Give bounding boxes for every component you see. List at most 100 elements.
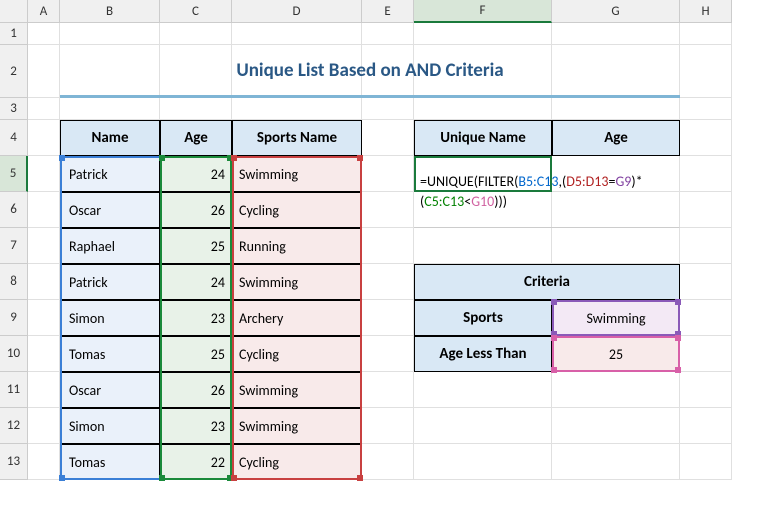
criteria-sports-value[interactable]: Swimming (552, 300, 680, 336)
blank-cell[interactable] (362, 372, 414, 408)
table-cell-age[interactable]: 25 (160, 228, 232, 264)
blank-cell[interactable] (680, 372, 732, 408)
blank-cell[interactable] (362, 98, 414, 120)
col-header-B[interactable]: B (60, 0, 160, 23)
blank-cell[interactable] (362, 336, 414, 372)
col-header-H[interactable]: H (680, 0, 732, 23)
blank-cell[interactable] (28, 300, 60, 336)
table-cell-sport[interactable]: Archery (232, 300, 362, 336)
blank-cell[interactable] (552, 98, 680, 120)
blank-cell[interactable] (28, 372, 60, 408)
table-cell-age[interactable]: 23 (160, 408, 232, 444)
blank-cell[interactable] (680, 228, 732, 264)
blank-cell[interactable] (232, 98, 362, 120)
table-cell-age[interactable]: 22 (160, 444, 232, 480)
blank-cell[interactable] (28, 408, 60, 444)
blank-cell[interactable] (414, 372, 552, 408)
blank-cell[interactable] (680, 120, 732, 156)
blank-cell[interactable] (28, 156, 60, 192)
table-cell-sport[interactable]: Cycling (232, 192, 362, 228)
row-header-12[interactable]: 12 (0, 408, 28, 444)
table-cell-name[interactable]: Simon (60, 408, 160, 444)
blank-cell[interactable] (680, 336, 732, 372)
blank-cell[interactable] (680, 444, 732, 480)
blank-cell[interactable] (414, 408, 552, 444)
blank-cell[interactable] (232, 23, 362, 45)
row-header-5[interactable]: 5 (0, 156, 28, 192)
blank-cell[interactable] (60, 98, 160, 120)
blank-cell[interactable] (552, 23, 680, 45)
select-all-corner[interactable] (0, 0, 28, 23)
table-cell-sport[interactable]: Cycling (232, 336, 362, 372)
blank-cell[interactable] (680, 98, 732, 120)
col-header-A[interactable]: A (28, 0, 60, 23)
blank-cell[interactable] (362, 228, 414, 264)
blank-cell[interactable] (28, 264, 60, 300)
col-header-G[interactable]: G (552, 0, 680, 23)
table-cell-name[interactable]: Tomas (60, 444, 160, 480)
blank-cell[interactable] (60, 23, 160, 45)
row-header-6[interactable]: 6 (0, 192, 28, 228)
table-cell-name[interactable]: Oscar (60, 372, 160, 408)
blank-cell[interactable] (362, 192, 414, 228)
row-header-4[interactable]: 4 (0, 120, 28, 156)
blank-cell[interactable] (680, 23, 732, 45)
row-header-2[interactable]: 2 (0, 45, 28, 98)
row-header-7[interactable]: 7 (0, 228, 28, 264)
blank-cell[interactable] (362, 408, 414, 444)
blank-cell[interactable] (362, 156, 414, 192)
blank-cell[interactable] (28, 192, 60, 228)
blank-cell[interactable] (28, 98, 60, 120)
formula-cell[interactable]: =UNIQUE(FILTER(B5:C13,(D5:D13=G9)*(C5:C1… (414, 156, 680, 228)
blank-cell[interactable] (28, 336, 60, 372)
blank-cell[interactable] (160, 98, 232, 120)
blank-cell[interactable] (680, 192, 732, 228)
criteria-age-value[interactable]: 25 (552, 336, 680, 372)
blank-cell[interactable] (680, 264, 732, 300)
blank-cell[interactable] (160, 23, 232, 45)
table-cell-sport[interactable]: Swimming (232, 408, 362, 444)
blank-cell[interactable] (414, 98, 552, 120)
blank-cell[interactable] (362, 23, 414, 45)
blank-cell[interactable] (680, 300, 732, 336)
blank-cell[interactable] (414, 228, 552, 264)
blank-cell[interactable] (680, 408, 732, 444)
row-header-11[interactable]: 11 (0, 372, 28, 408)
blank-cell[interactable] (552, 408, 680, 444)
blank-cell[interactable] (552, 444, 680, 480)
blank-cell[interactable] (28, 228, 60, 264)
blank-cell[interactable] (680, 156, 732, 192)
blank-cell[interactable] (414, 444, 552, 480)
table-cell-sport[interactable]: Swimming (232, 372, 362, 408)
table-cell-age[interactable]: 26 (160, 192, 232, 228)
table-cell-name[interactable]: Patrick (60, 156, 160, 192)
row-header-9[interactable]: 9 (0, 300, 28, 336)
blank-cell[interactable] (28, 444, 60, 480)
row-header-8[interactable]: 8 (0, 264, 28, 300)
table-cell-age[interactable]: 25 (160, 336, 232, 372)
table-cell-sport[interactable]: Swimming (232, 264, 362, 300)
table-cell-name[interactable]: Tomas (60, 336, 160, 372)
blank-cell[interactable] (552, 372, 680, 408)
table-cell-sport[interactable]: Swimming (232, 156, 362, 192)
row-header-13[interactable]: 13 (0, 444, 28, 480)
blank-cell[interactable] (362, 444, 414, 480)
row-header-10[interactable]: 10 (0, 336, 28, 372)
blank-cell[interactable] (680, 45, 732, 98)
blank-cell[interactable] (362, 264, 414, 300)
col-header-C[interactable]: C (160, 0, 232, 23)
blank-cell[interactable] (28, 120, 60, 156)
row-header-1[interactable]: 1 (0, 23, 28, 45)
blank-cell[interactable] (362, 120, 414, 156)
col-header-F[interactable]: F (414, 0, 552, 23)
table-cell-name[interactable]: Patrick (60, 264, 160, 300)
blank-cell[interactable] (28, 45, 60, 98)
blank-cell[interactable] (552, 228, 680, 264)
col-header-D[interactable]: D (232, 0, 362, 23)
table-cell-age[interactable]: 23 (160, 300, 232, 336)
table-cell-age[interactable]: 24 (160, 156, 232, 192)
blank-cell[interactable] (414, 23, 552, 45)
table-cell-sport[interactable]: Cycling (232, 444, 362, 480)
table-cell-name[interactable]: Simon (60, 300, 160, 336)
table-cell-name[interactable]: Oscar (60, 192, 160, 228)
